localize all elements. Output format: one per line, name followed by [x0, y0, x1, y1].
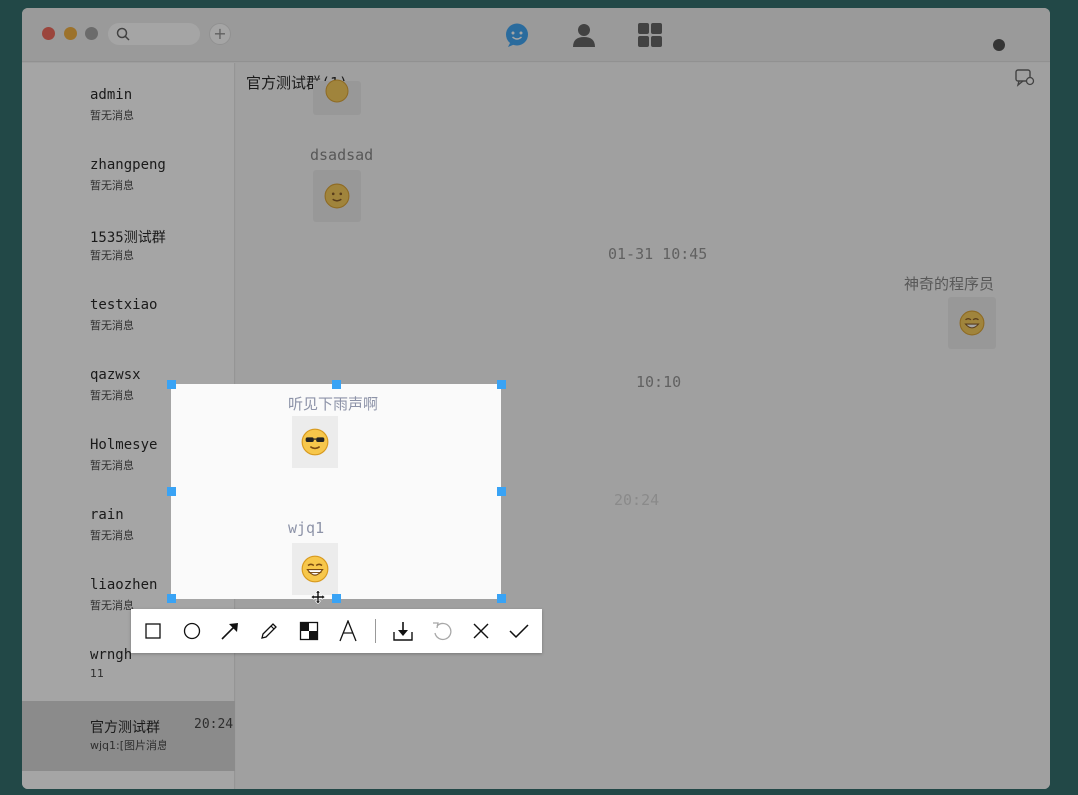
- rectangle-tool-icon: [145, 623, 161, 639]
- arrow-tool-icon: [221, 623, 238, 640]
- resize-handle-top[interactable]: [332, 380, 341, 389]
- resize-handle-top-right[interactable]: [497, 380, 506, 389]
- message-timestamp: 20:24: [614, 491, 660, 509]
- big-grin-emoji-icon: [301, 555, 329, 583]
- save-tool-button[interactable]: [391, 619, 415, 643]
- ellipse-tool-icon: [183, 622, 201, 640]
- screenshot-dim-overlay: [0, 0, 1078, 795]
- undo-tool-button[interactable]: [430, 619, 454, 643]
- cool-emoji-icon: [301, 428, 329, 456]
- message-sender: wjq1: [288, 519, 325, 537]
- save-tool-icon: [393, 622, 413, 641]
- confirm-tool-icon: [509, 624, 529, 639]
- confirm-tool-button[interactable]: [507, 619, 531, 643]
- text-tool-icon: [339, 620, 357, 642]
- rectangle-tool-button[interactable]: [141, 619, 165, 643]
- message-sender: 听见下雨声啊: [288, 395, 379, 413]
- pen-tool-button[interactable]: [257, 619, 281, 643]
- resize-handle-bottom-left[interactable]: [167, 594, 176, 603]
- screenshot-toolbar: [131, 609, 542, 653]
- resize-handle-left[interactable]: [167, 487, 176, 496]
- screenshot-selection[interactable]: 听见下雨声啊 20:24 wjq1: [171, 384, 501, 599]
- toolbar-divider: [375, 619, 376, 643]
- cancel-tool-icon: [473, 623, 489, 639]
- pen-tool-icon: [261, 623, 277, 639]
- mosaic-tool-button[interactable]: [297, 619, 321, 643]
- move-cursor-icon: [311, 590, 325, 604]
- arrow-tool-button[interactable]: [218, 619, 242, 643]
- cancel-tool-button[interactable]: [469, 619, 493, 643]
- resize-handle-top-left[interactable]: [167, 380, 176, 389]
- text-tool-button[interactable]: [336, 619, 360, 643]
- resize-handle-right[interactable]: [497, 487, 506, 496]
- undo-tool-icon: [433, 622, 452, 641]
- resize-handle-bottom-right[interactable]: [497, 594, 506, 603]
- mosaic-tool-icon: [299, 621, 319, 641]
- message-image: [292, 416, 338, 468]
- ellipse-tool-button[interactable]: [180, 619, 204, 643]
- message-image: [292, 543, 338, 595]
- resize-handle-bottom[interactable]: [332, 594, 341, 603]
